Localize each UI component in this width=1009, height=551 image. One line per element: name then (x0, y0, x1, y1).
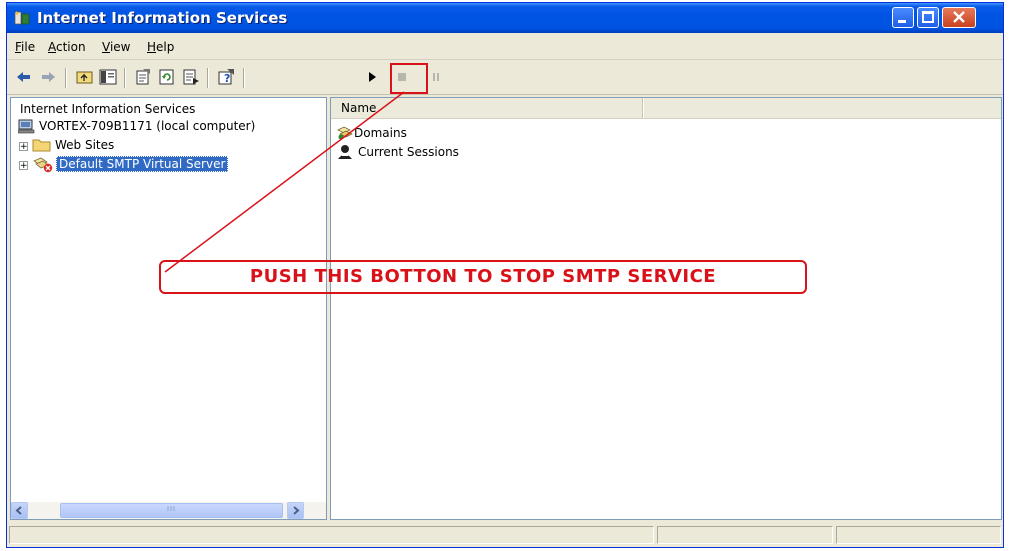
column-header-empty[interactable] (643, 98, 1001, 118)
export-list-icon[interactable] (182, 68, 200, 86)
tree-pane[interactable]: Internet Information Services VORTEX-709… (10, 97, 327, 520)
tree-item-web-sites[interactable]: + Web Sites (19, 137, 319, 155)
list-item-label: Domains (354, 126, 407, 140)
annotation-callout: PUSH THIS BOTTON TO STOP SMTP SERVICE (159, 260, 807, 294)
scroll-left-button[interactable] (11, 502, 28, 519)
title-bar[interactable]: Internet Information Services (7, 3, 1003, 33)
computer-icon (18, 119, 35, 134)
scroll-thumb[interactable] (60, 503, 283, 518)
menu-view[interactable]: View (102, 40, 130, 54)
status-cell-3 (836, 526, 1001, 544)
minimize-button[interactable] (892, 7, 914, 28)
pause-icon[interactable] (427, 68, 445, 86)
status-cell-main (9, 526, 654, 544)
menu-bar: File Action View Help (7, 33, 1003, 60)
chevron-left-icon (15, 506, 22, 515)
toolbar-separator (243, 68, 245, 88)
properties-icon[interactable] (134, 68, 152, 86)
folder-icon (32, 139, 51, 152)
toolbar: ? (7, 60, 1003, 95)
menu-help[interactable]: Help (147, 40, 174, 54)
chevron-right-icon (293, 506, 300, 515)
iis-app-icon (14, 11, 30, 25)
list-item-label: Current Sessions (358, 145, 459, 159)
smtp-server-stopped-icon (33, 157, 53, 173)
horizontal-scrollbar[interactable] (11, 502, 326, 519)
domains-icon (337, 126, 353, 140)
menu-view-accel: V (102, 40, 110, 54)
help-icon[interactable]: ? (217, 68, 235, 86)
close-button[interactable] (942, 7, 976, 28)
stop-button-highlight (390, 63, 428, 94)
expand-plus-icon[interactable]: + (19, 161, 28, 171)
toolbar-separator (124, 68, 126, 88)
show-hide-tree-icon[interactable] (99, 68, 117, 86)
maximize-icon (922, 11, 934, 23)
expand-plus-icon[interactable]: + (19, 142, 28, 152)
list-pane[interactable]: Name Domains Current Sessions (330, 97, 1002, 520)
back-arrow-icon[interactable] (15, 68, 33, 86)
menu-action[interactable]: Action (48, 40, 86, 54)
refresh-icon[interactable] (158, 68, 176, 86)
start-play-icon[interactable] (363, 68, 381, 86)
tree-item-smtp-server-label: Default SMTP Virtual Server (56, 156, 229, 172)
svg-text:?: ? (224, 72, 230, 85)
menu-action-accel: A (48, 40, 56, 54)
menu-help-accel: H (147, 40, 157, 54)
forward-arrow-icon[interactable] (39, 68, 57, 86)
grip-icon (167, 506, 174, 511)
tree-item-computer[interactable]: VORTEX-709B1171 (local computer) (18, 118, 326, 136)
menu-file[interactable]: File (15, 40, 35, 54)
sessions-icon (338, 145, 352, 159)
tree-root-label[interactable]: Internet Information Services (20, 102, 195, 116)
close-icon (953, 11, 965, 23)
status-bar (7, 523, 1003, 547)
up-folder-icon[interactable] (76, 68, 94, 86)
maximize-button[interactable] (917, 7, 939, 28)
column-header-name[interactable]: Name (331, 98, 643, 118)
status-cell-2 (657, 526, 833, 544)
tree-item-web-sites-label: Web Sites (55, 138, 115, 152)
minimize-icon (898, 20, 906, 23)
scroll-right-button[interactable] (287, 502, 304, 519)
toolbar-separator (207, 68, 209, 88)
tree-item-computer-label: VORTEX-709B1171 (local computer) (39, 119, 256, 133)
tree-item-smtp-server[interactable]: + Default SMTP Virtual Server (19, 156, 324, 174)
column-header-row: Name (331, 98, 1001, 119)
menu-file-accel: F (15, 40, 22, 54)
window-title: Internet Information Services (37, 9, 288, 27)
toolbar-separator (65, 68, 67, 88)
